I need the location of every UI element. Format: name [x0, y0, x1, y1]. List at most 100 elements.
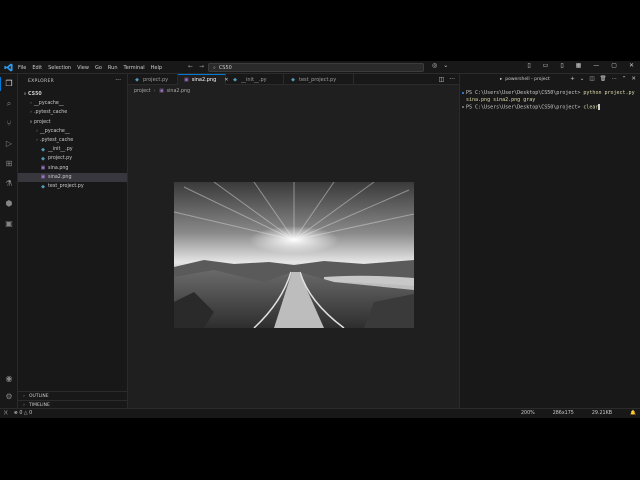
menu-run[interactable]: Run — [108, 65, 118, 71]
folder-item[interactable]: › .pytest_cache — [18, 108, 127, 117]
folder-item[interactable]: ∨ CS50 — [18, 90, 127, 99]
menu-go[interactable]: Go — [95, 65, 102, 71]
vscode-logo-icon — [4, 63, 13, 72]
timeline-label: TIMELINE — [29, 402, 50, 408]
menu-terminal[interactable]: Terminal — [124, 65, 145, 71]
status-left: ⟩⟨ ⊗ 0 △ 0 — [4, 411, 32, 416]
editor-tab[interactable]: ◆ test_project.py — [284, 74, 354, 85]
tree-item-label: .pytest_cache — [40, 138, 74, 143]
customize-layout-icon[interactable]: ▦ — [576, 62, 582, 69]
file-item[interactable]: ◆ test_project.py — [18, 182, 127, 191]
menu-view[interactable]: View — [77, 65, 89, 71]
copilot-dropdown-icon[interactable]: ⌄ — [443, 62, 448, 69]
layout-secondary-icon[interactable]: ▯ — [560, 62, 563, 69]
maximize-icon[interactable]: ▢ — [611, 62, 617, 69]
terminal-icon: ▸ — [500, 77, 503, 82]
forward-arrow-icon[interactable]: → — [199, 63, 204, 70]
folder-item[interactable]: › __pycache__ — [18, 99, 127, 108]
breadcrumb-file[interactable]: sina2.png — [167, 89, 191, 94]
tree-item-label: __init__.py — [48, 147, 73, 153]
terminal-tab-label: powershell - project — [505, 77, 550, 82]
run-debug-icon[interactable]: ▷ — [4, 139, 14, 149]
tab-label: sina2.png — [191, 77, 217, 83]
back-arrow-icon[interactable]: ← — [188, 63, 193, 70]
tree-item-label: __pycache__ — [40, 128, 70, 134]
tree-item-label: sina2.png — [48, 174, 72, 180]
folder-item[interactable]: ∨ project — [18, 118, 127, 127]
account-icon[interactable]: ◉ — [4, 374, 14, 384]
error-icon: ⊗ — [13, 411, 18, 416]
terminal-panel: ▸ powershell - project + ⌄ ◫ 🗑 ··· ⌃ ✕ P… — [459, 74, 640, 408]
more-actions-icon[interactable]: ··· — [612, 76, 617, 82]
folder-item[interactable]: › __pycache__ — [18, 127, 127, 136]
image-dimensions: 286x175 — [552, 411, 574, 416]
editor-tabs: ◆ project.py ▣ sina2.png ✕ ◆ __init__.py ◆ test_… — [128, 74, 459, 85]
status-right: 200% 286x175 29.21KB 🔔 — [521, 411, 636, 416]
editor-area: ◆ project.py ▣ sina2.png ✕ ◆ __init__.py ◆ test_… — [128, 74, 459, 408]
editor-tab[interactable]: ◆ project.py — [128, 74, 178, 85]
file-item[interactable]: ▣ sina.png — [18, 164, 127, 173]
editor-tab[interactable]: ▣ sina2.png ✕ — [178, 74, 228, 85]
menu-bar: File Edit Selection View Go Run Terminal… — [18, 61, 168, 74]
testing-icon[interactable]: ⚗ — [4, 179, 14, 189]
close-panel-icon[interactable]: ✕ — [631, 76, 636, 82]
file-item[interactable]: ◆ __init__.py — [18, 145, 127, 154]
explorer-title: EXPLORER — [28, 79, 55, 84]
tree-item-label: test_project.py — [48, 184, 84, 189]
close-window-icon[interactable]: ✕ — [629, 62, 634, 69]
menu-help[interactable]: Help — [151, 65, 162, 71]
terminal-dropdown-icon[interactable]: ⌄ — [580, 76, 585, 82]
notifications-bell-icon[interactable]: 🔔 — [630, 411, 636, 416]
more-actions-icon[interactable]: ··· — [449, 76, 455, 83]
terminal-cursor — [598, 104, 601, 110]
activity-bar: ❐ ⌕ ⑂ ▷ ⊞ ⚗ ⬢ ▣ ◉ ⚙ — [0, 74, 18, 408]
kill-terminal-icon[interactable]: 🗑 — [600, 76, 607, 82]
terminal-output[interactable]: PS C:\Users\User\Desktop\CS50\project> p… — [462, 90, 638, 112]
containers-icon[interactable]: ▣ — [4, 219, 14, 229]
warning-count: 0 — [29, 411, 33, 416]
copilot-icon[interactable]: ◎ — [432, 62, 437, 69]
menu-selection[interactable]: Selection — [48, 65, 71, 71]
breadcrumb: project › ▣ sina2.png — [134, 88, 190, 94]
editor-actions: ◫ ··· — [439, 76, 455, 83]
warning-icon: △ — [23, 411, 28, 416]
settings-gear-icon[interactable]: ⚙ — [4, 392, 14, 402]
status-bar: ⟩⟨ ⊗ 0 △ 0 200% 286x175 29.21KB 🔔 — [0, 408, 640, 418]
remote-icon[interactable]: ⟩⟨ — [4, 411, 8, 416]
new-terminal-icon[interactable]: + — [570, 76, 575, 82]
minimize-icon[interactable]: — — [593, 62, 599, 69]
outline-section[interactable]: › OUTLINE — [18, 391, 127, 400]
explorer-icon[interactable]: ❐ — [0, 77, 14, 91]
problems-indicator[interactable]: ⊗ 0 △ 0 — [14, 411, 32, 416]
search-icon[interactable]: ⌕ — [4, 99, 14, 109]
editor-tab[interactable]: ◆ __init__.py — [226, 74, 284, 85]
command-decoration-icon[interactable] — [462, 92, 464, 94]
terminal-tab[interactable]: ▸ powershell - project — [500, 77, 550, 82]
tab-label: __init__.py — [241, 76, 267, 83]
command-center-search[interactable]: ⌕ CS50 — [208, 63, 424, 72]
python-file-icon: ◆ — [291, 76, 295, 83]
zoom-level[interactable]: 200% — [521, 411, 535, 416]
menu-file[interactable]: File — [18, 65, 26, 71]
layout-panel-icon[interactable]: ▭ — [543, 62, 549, 69]
chevron-right-icon: › — [23, 393, 25, 399]
python-icon[interactable]: ⬢ — [4, 199, 14, 209]
tree-item-label: __pycache__ — [34, 101, 64, 107]
file-item[interactable]: ◆ project.py — [18, 154, 127, 163]
extensions-icon[interactable]: ⊞ — [4, 159, 14, 169]
breadcrumb-folder[interactable]: project — [134, 89, 151, 94]
file-item[interactable]: ▣ sina2.png — [18, 172, 127, 182]
split-editor-icon[interactable]: ◫ — [439, 76, 445, 83]
maximize-panel-icon[interactable]: ⌃ — [622, 76, 627, 82]
source-control-icon[interactable]: ⑂ — [4, 119, 14, 129]
layout-sidebar-icon[interactable]: ▯ — [527, 62, 530, 69]
command-decoration-icon[interactable] — [462, 106, 464, 108]
split-terminal-icon[interactable]: ◫ — [589, 76, 594, 82]
menu-edit[interactable]: Edit — [32, 65, 42, 71]
tree-item-label: sina.png — [48, 165, 69, 171]
folder-item[interactable]: › .pytest_cache — [18, 136, 127, 145]
image-file-icon: ▣ — [184, 77, 189, 83]
more-actions-icon[interactable]: ··· — [115, 77, 121, 84]
terminal-prompt: PS C:\Users\User\Desktop\CS50\project> — [466, 104, 584, 111]
image-preview — [174, 182, 414, 328]
